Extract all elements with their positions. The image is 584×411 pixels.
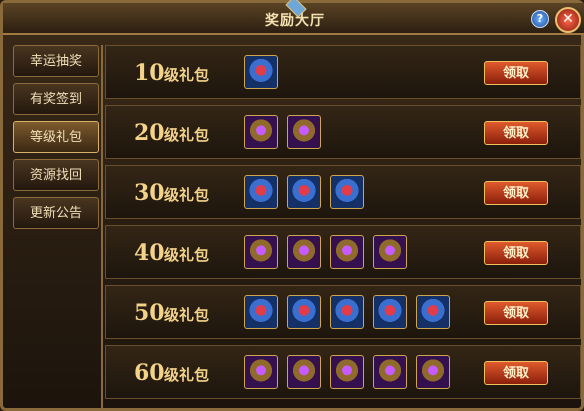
package-level: 30 [134,180,165,206]
package-list: 10 级礼包 领取 20 级礼包 领取 30 级礼包 领取 40 级礼包 领取 … [101,45,581,409]
package-row: 40 级礼包 领取 [105,225,581,279]
claim-button[interactable]: 领取 [484,301,548,325]
package-row: 10 级礼包 领取 [105,45,581,99]
ring-purple-icon[interactable] [287,235,321,269]
package-level: 20 [134,120,165,146]
package-level: 50 [134,300,165,326]
claim-button[interactable]: 领取 [484,61,548,85]
package-label: 级礼包 [164,66,210,84]
package-row: 20 级礼包 领取 [105,105,581,159]
ring-red-icon[interactable] [330,295,364,329]
help-button[interactable]: ? [531,10,549,28]
package-row: 60 级礼包 领取 [105,345,581,399]
ring-red-icon[interactable] [244,175,278,209]
ring-red-icon[interactable] [287,295,321,329]
ring-red-icon[interactable] [244,55,278,89]
package-level: 60 [134,360,165,386]
ring-red-icon[interactable] [287,175,321,209]
reward-hall-window: 奖励大厅 ? ✕ 幸运抽奖 有奖签到 等级礼包 资源找回 更新公告 10 级礼包… [0,0,584,411]
sidebar: 幸运抽奖 有奖签到 等级礼包 资源找回 更新公告 [13,45,101,235]
package-level: 10 [134,60,165,86]
ring-purple-icon[interactable] [373,355,407,389]
ring-red-icon[interactable] [416,295,450,329]
package-row: 50 级礼包 领取 [105,285,581,339]
ring-purple-icon[interactable] [330,355,364,389]
package-level: 40 [134,240,165,266]
package-label: 级礼包 [164,366,210,384]
package-label: 级礼包 [164,186,210,204]
ring-purple-icon[interactable] [330,235,364,269]
sidebar-item-resource-recovery[interactable]: 资源找回 [13,159,99,191]
package-row: 30 级礼包 领取 [105,165,581,219]
ring-purple-icon[interactable] [373,235,407,269]
ring-red-icon[interactable] [373,295,407,329]
title-bar: 奖励大厅 ? ✕ [3,0,584,35]
package-label: 级礼包 [164,306,210,324]
sidebar-item-lucky-draw[interactable]: 幸运抽奖 [13,45,99,77]
sidebar-item-update-notice[interactable]: 更新公告 [13,197,99,229]
claim-button[interactable]: 领取 [484,121,548,145]
package-label: 级礼包 [164,246,210,264]
ring-purple-icon[interactable] [287,355,321,389]
ring-purple-icon[interactable] [244,355,278,389]
ring-purple-icon[interactable] [416,355,450,389]
ring-red-icon[interactable] [244,295,278,329]
window-title: 奖励大厅 [265,13,325,29]
package-label: 级礼包 [164,126,210,144]
ring-purple-icon[interactable] [244,115,278,149]
claim-button[interactable]: 领取 [484,241,548,265]
sidebar-item-sign-in[interactable]: 有奖签到 [13,83,99,115]
claim-button[interactable]: 领取 [484,361,548,385]
ring-purple-icon[interactable] [244,235,278,269]
close-button[interactable]: ✕ [555,7,581,33]
claim-button[interactable]: 领取 [484,181,548,205]
sidebar-item-level-pack[interactable]: 等级礼包 [13,121,99,153]
ring-red-icon[interactable] [330,175,364,209]
ring-purple-icon[interactable] [287,115,321,149]
